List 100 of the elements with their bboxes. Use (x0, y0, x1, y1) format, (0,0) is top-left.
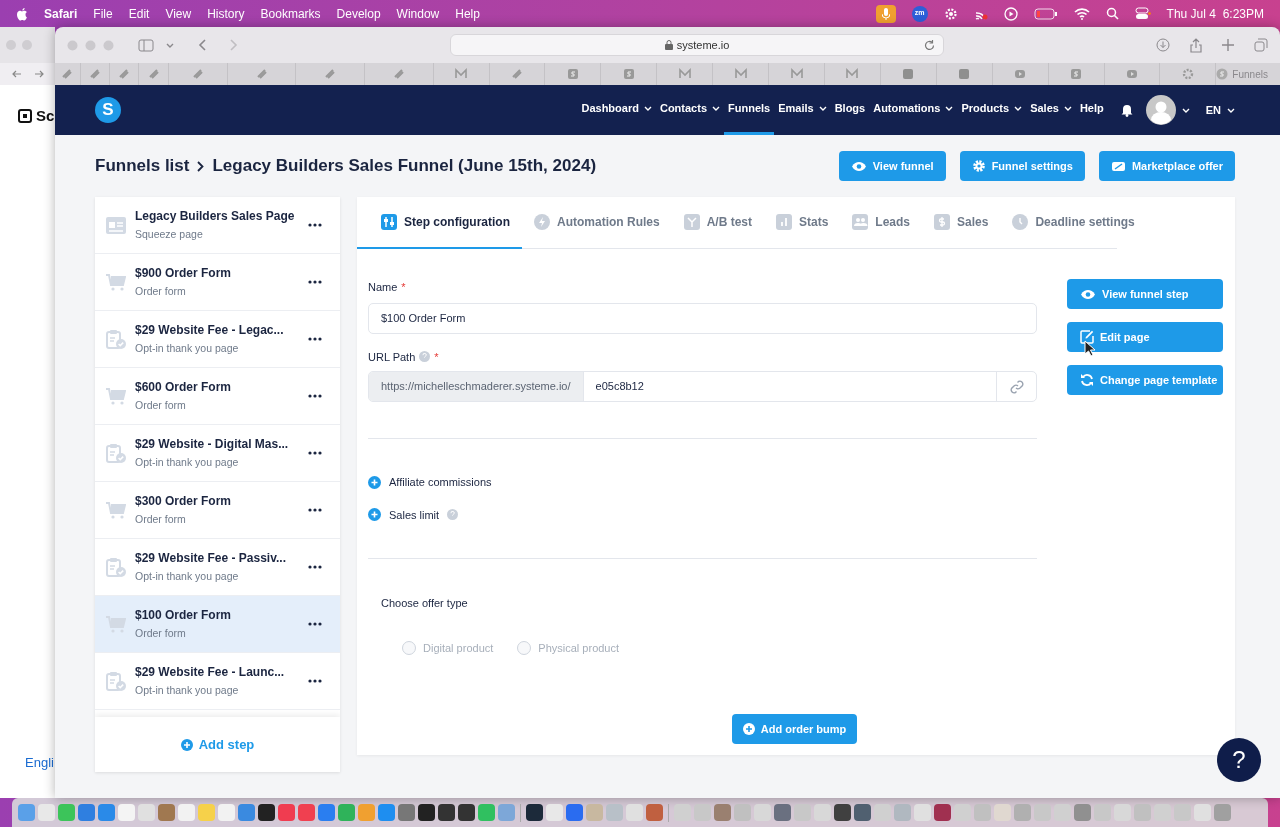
favicon-icon[interactable] (1070, 68, 1083, 80)
language-link[interactable]: Engli (25, 755, 54, 770)
window-control-icon[interactable] (67, 39, 78, 51)
more-options-icon[interactable] (308, 451, 322, 455)
menu-item[interactable]: History (207, 4, 245, 23)
control-center-icon[interactable] (1134, 7, 1151, 20)
tabs-overview-icon[interactable] (1254, 38, 1268, 52)
app-icon[interactable] (834, 804, 851, 821)
header-button[interactable]: Marketplace offer (1098, 151, 1235, 181)
more-options-icon[interactable] (308, 508, 322, 512)
battery-icon[interactable] (1033, 7, 1058, 20)
sidebar-icon[interactable] (138, 38, 154, 52)
favicon-icon[interactable] (61, 68, 74, 80)
favicon-icon[interactable] (846, 68, 859, 80)
favicon-icon[interactable] (511, 68, 523, 80)
gear-icon[interactable] (943, 6, 958, 21)
menu-item[interactable]: Help (455, 4, 480, 23)
favicon-icon[interactable] (147, 68, 160, 80)
favicon-icon[interactable] (958, 68, 971, 80)
step-item[interactable]: $100 Order Form Order form (95, 596, 340, 653)
more-options-icon[interactable] (308, 337, 322, 341)
favicon-icon[interactable] (1014, 68, 1027, 80)
favicon-icon[interactable] (324, 68, 337, 80)
nav-item[interactable]: Blogs (830, 85, 870, 135)
app-icon[interactable] (438, 804, 455, 821)
language-selector[interactable]: EN (1205, 101, 1235, 119)
nav-item[interactable]: Contacts (655, 85, 724, 135)
more-options-icon[interactable] (308, 394, 322, 398)
help-icon[interactable] (419, 351, 431, 363)
step-item[interactable]: $900 Order Form Order form (95, 254, 340, 311)
search-icon[interactable] (1105, 7, 1119, 20)
logo[interactable]: S (95, 97, 121, 123)
header-button[interactable]: Funnel settings (959, 151, 1085, 181)
name-field[interactable]: $100 Order Form (368, 302, 1037, 334)
nav-item[interactable]: Emails (774, 85, 831, 135)
menu-item[interactable]: Bookmarks (260, 4, 321, 23)
plus-circle-icon[interactable] (368, 475, 381, 489)
url-field[interactable]: https://michelleschmaderer.systeme.io/ e05c8b12 (368, 371, 1037, 402)
bell-icon[interactable] (1119, 103, 1134, 117)
menu-item[interactable]: View (165, 4, 192, 23)
step-item[interactable]: $29 Website Fee - Legac... Opt-in thank you page (95, 311, 340, 368)
favicon-icon[interactable] (566, 68, 579, 80)
forward-icon[interactable] (230, 39, 238, 51)
share-icon[interactable] (1190, 37, 1202, 53)
app-menu[interactable]: Safari (44, 4, 78, 23)
back-arrow-icon[interactable] (12, 70, 22, 78)
app-icon[interactable] (258, 804, 275, 821)
step-item[interactable]: $600 Order Form Order form (95, 368, 340, 425)
favicon-icon[interactable] (1126, 68, 1138, 80)
favicon-icon[interactable] (622, 68, 635, 80)
step-item[interactable]: $29 Website Fee - Passiv... Opt-in thank you page (95, 539, 340, 596)
app-icon[interactable] (526, 804, 543, 821)
more-options-icon[interactable] (308, 622, 322, 626)
side-button[interactable]: Change page template (1067, 365, 1223, 395)
favicon-icon[interactable] (191, 68, 204, 80)
tab[interactable]: Sales (922, 197, 1001, 249)
favicon-icon[interactable] (678, 68, 691, 80)
favicon-icon[interactable] (392, 68, 405, 80)
favicon-icon[interactable] (734, 68, 747, 80)
nav-item[interactable]: Products (957, 85, 1027, 135)
tab[interactable]: Automation Rules (522, 197, 672, 249)
forward-arrow-icon[interactable] (34, 70, 44, 78)
step-item[interactable]: $300 Order Form Order form (95, 482, 340, 539)
nav-item[interactable]: Help (1075, 85, 1108, 135)
window-control-icon[interactable] (85, 39, 96, 51)
menu-item[interactable]: Develop (336, 4, 381, 23)
link-icon[interactable] (1009, 379, 1024, 394)
favicon-icon[interactable] (1181, 68, 1194, 80)
clock[interactable]: Thu Jul 4 6:23PM (1166, 4, 1264, 23)
play-icon[interactable] (1003, 6, 1018, 21)
tab[interactable]: Step configuration (357, 197, 522, 249)
more-options-icon[interactable] (308, 565, 322, 569)
address-bar[interactable]: systeme.io (450, 34, 944, 56)
menu-item[interactable]: File (93, 4, 113, 23)
side-button[interactable]: View funnel step (1067, 279, 1223, 309)
menu-item[interactable]: Edit (128, 4, 150, 23)
wifi-icon[interactable] (1073, 7, 1090, 20)
expand-option-link[interactable]: Sales limit (389, 506, 440, 523)
header-button[interactable]: View funnel (838, 151, 946, 181)
favicon-icon[interactable] (118, 68, 131, 80)
plus-icon[interactable] (1222, 39, 1234, 51)
plus-circle-icon[interactable] (368, 508, 381, 522)
tab[interactable]: Deadline settings (1000, 197, 1147, 249)
reload-icon[interactable] (924, 39, 935, 51)
breadcrumb-link[interactable]: Funnels list (95, 153, 190, 179)
nav-item[interactable]: Sales (1026, 85, 1076, 135)
step-item[interactable]: $29 Website - Digital Mas... Opt-in thank you page (95, 425, 340, 482)
side-button[interactable]: Edit page (1067, 322, 1223, 352)
step-item[interactable]: $29 Website Fee - Launc... Opt-in thank you page (95, 653, 340, 710)
app-icon[interactable] (854, 804, 871, 821)
menu-item[interactable]: Window (396, 4, 440, 23)
favicon-icon[interactable] (790, 68, 803, 80)
download-icon[interactable] (1156, 38, 1170, 52)
app-icon[interactable] (418, 804, 435, 821)
window-control-icon[interactable] (103, 39, 114, 51)
microphone-icon[interactable] (875, 4, 896, 23)
app-icon[interactable] (458, 804, 475, 821)
step-item[interactable]: Legacy Builders Sales Page Squeeze page (95, 197, 340, 254)
favicon-icon[interactable] (255, 68, 268, 80)
avatar-icon[interactable] (1145, 95, 1176, 125)
